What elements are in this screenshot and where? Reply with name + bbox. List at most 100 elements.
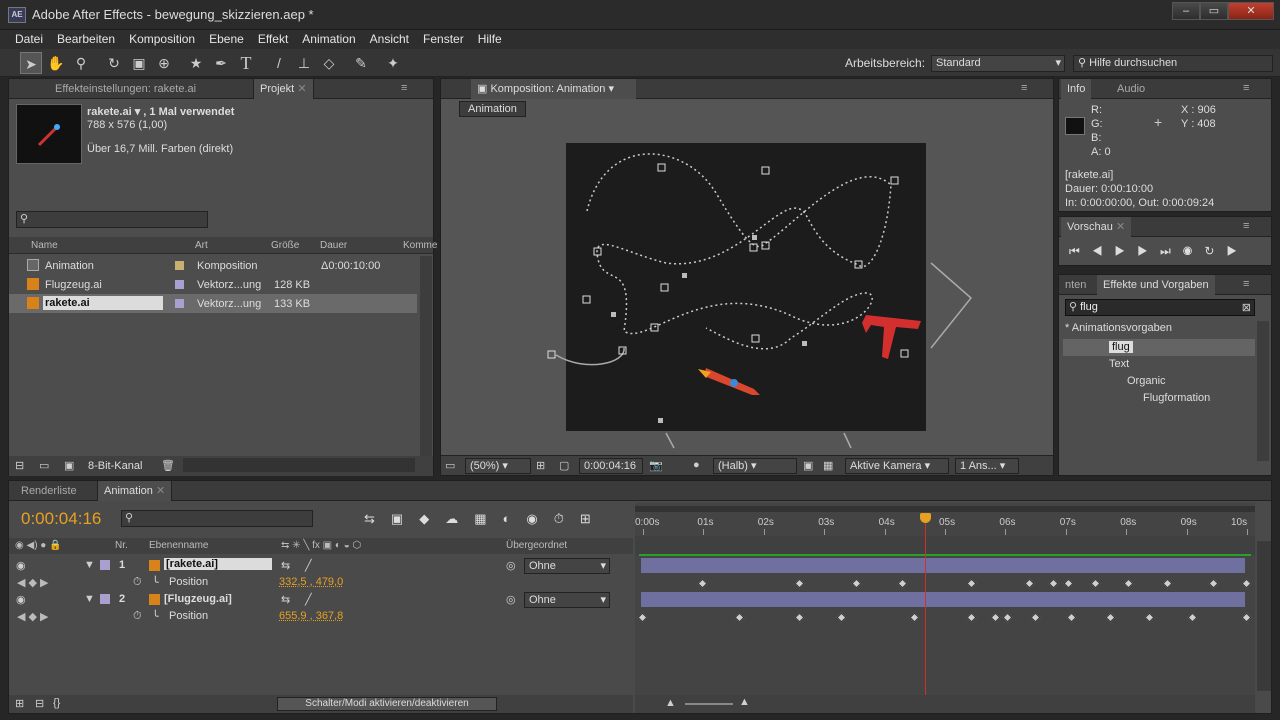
keyframe[interactable]	[1066, 612, 1077, 623]
effects-search-input[interactable]: ⚲ flug ⊠	[1065, 299, 1255, 316]
tab-composition[interactable]: ▣ Komposition: Animation ▾	[471, 79, 636, 99]
quality-switch-icon[interactable]: ╱	[305, 559, 312, 572]
channel-icon[interactable]: ●	[693, 459, 700, 471]
tab-preview[interactable]: Vorschau ✕	[1061, 217, 1132, 237]
keyframe[interactable]	[909, 612, 920, 623]
play-icon[interactable]: ▶	[1115, 244, 1138, 258]
label-color[interactable]	[100, 594, 110, 604]
toggle-switches-button[interactable]: Schalter/Modi aktivieren/deaktivieren	[277, 697, 497, 711]
playhead[interactable]	[920, 513, 932, 705]
close-icon[interactable]: ✕	[156, 485, 165, 497]
project-hscrollbar[interactable]	[183, 458, 415, 472]
camera-dropdown[interactable]: Aktive Kamera ▾	[845, 458, 949, 474]
roto-brush-tool-icon[interactable]: ✎	[350, 52, 372, 74]
shy-icon[interactable]: ☁	[445, 511, 474, 526]
zoom-slider[interactable]	[685, 703, 733, 705]
column-type[interactable]: Art	[195, 240, 208, 251]
panel-menu-icon[interactable]: ≡	[1243, 220, 1249, 232]
keyframe[interactable]	[794, 612, 805, 623]
keyframe[interactable]	[1208, 578, 1219, 589]
stopwatch-icon[interactable]: ⏱	[133, 576, 142, 589]
twirl-down-icon[interactable]: ▼	[84, 559, 95, 571]
parent-dropdown[interactable]: Ohne ▾	[524, 592, 610, 608]
tab-hidden[interactable]: nten	[1059, 275, 1092, 295]
keyframe[interactable]	[1105, 612, 1116, 623]
column-name[interactable]: Name	[31, 240, 58, 251]
puppet-tool-icon[interactable]: ✦	[382, 52, 404, 74]
keyframe-navigator-icon[interactable]: ◀ ◆ ▶	[17, 610, 49, 623]
keyframe[interactable]	[966, 578, 977, 589]
timeline-timecode[interactable]: 0:00:04:16	[21, 509, 101, 529]
keyframe[interactable]	[697, 578, 708, 589]
audio-icon[interactable]: ◉	[1183, 244, 1205, 258]
live-update-icon[interactable]: ▣	[391, 511, 419, 526]
zoom-in-icon[interactable]: ▲	[739, 696, 750, 708]
workspace-dropdown[interactable]: Standard ▾	[931, 55, 1065, 72]
tab-audio[interactable]: Audio	[1111, 79, 1151, 99]
draft-3d-icon[interactable]: ◆	[419, 511, 445, 526]
comp-breadcrumb[interactable]: Animation	[459, 101, 526, 117]
clear-icon[interactable]: ⊠	[1242, 301, 1251, 314]
graph-editor-icon[interactable]: ⊞	[580, 511, 607, 526]
column-duration[interactable]: Dauer	[320, 240, 347, 251]
minimize-button[interactable]: –	[1172, 2, 1200, 20]
close-icon[interactable]: ✕	[1116, 221, 1125, 233]
panel-menu-icon[interactable]: ≡	[401, 82, 407, 94]
maximize-button[interactable]: ▭	[1200, 2, 1228, 20]
collapse-switch-icon[interactable]: ⇆	[281, 593, 290, 606]
stamp-tool-icon[interactable]: ⊥	[293, 52, 315, 74]
close-button[interactable]: ✕	[1228, 2, 1274, 20]
menu-hilfe[interactable]: Hilfe	[471, 30, 509, 49]
mask-visibility-icon[interactable]: ▢	[559, 459, 569, 472]
close-icon[interactable]: ✕	[297, 83, 306, 95]
keyframe[interactable]	[1048, 578, 1059, 589]
keyframe[interactable]	[1002, 612, 1013, 623]
twirl-down-icon[interactable]: ▼	[84, 593, 95, 605]
project-scrollbar[interactable]	[420, 256, 432, 456]
transfer-controls-icon[interactable]: ⊟	[35, 697, 44, 710]
panel-menu-icon[interactable]: ≡	[1243, 278, 1249, 290]
tree-item[interactable]: Flugformation	[1063, 390, 1255, 407]
project-row[interactable]: Flugzeug.ai Vektorz...ung 128 KB	[9, 275, 417, 294]
bit-depth-button[interactable]: 8-Bit-Kanal	[88, 460, 142, 472]
time-navigator[interactable]	[635, 506, 1255, 512]
zoom-dropdown[interactable]: (50%) ▾	[465, 458, 531, 474]
composition-mini-flowchart-icon[interactable]: ⇆	[364, 511, 391, 526]
project-search-input[interactable]: ⚲	[16, 211, 208, 228]
column-comment[interactable]: Komme	[403, 240, 437, 251]
layer-switches-icon[interactable]: ⊞	[15, 697, 24, 710]
pickwhip-icon[interactable]: ◎	[506, 593, 516, 606]
keyframe[interactable]	[1123, 578, 1134, 589]
tab-animation[interactable]: Animation ✕	[97, 481, 173, 501]
property-row[interactable]: ◀ ◆ ▶ ⏱ ╰ Position 655,9 , 367,8	[9, 608, 633, 625]
previous-frame-icon[interactable]: ◀	[1092, 244, 1115, 258]
tree-item[interactable]: * Animationsvorgaben	[1063, 322, 1255, 339]
menu-datei[interactable]: Datei	[8, 30, 50, 49]
always-preview-icon[interactable]: ▭	[445, 459, 455, 472]
pickwhip-icon[interactable]: ◎	[506, 559, 516, 572]
timeline-search-input[interactable]: ⚲	[121, 510, 313, 527]
mask-tool-icon[interactable]: ★	[185, 52, 207, 74]
tab-render-queue[interactable]: Renderliste	[15, 481, 83, 501]
keyframe[interactable]	[1030, 612, 1041, 623]
label-color[interactable]	[100, 560, 110, 570]
column-layer-name[interactable]: Ebenenname	[149, 540, 209, 551]
camera-tool-icon[interactable]: ▣	[128, 52, 150, 74]
layer-row[interactable]: ◉ ▼ 2 [Flugzeug.ai] ⇆ ╱ ◎ Ohne ▾	[9, 591, 633, 608]
tree-item-selected[interactable]: flug	[1063, 339, 1255, 356]
tab-effect-controls[interactable]: Effekteinstellungen: rakete.ai	[49, 79, 202, 99]
tab-project[interactable]: Projekt ✕	[253, 79, 314, 99]
eye-icon[interactable]: ◉	[16, 559, 26, 572]
tree-item[interactable]: Text	[1063, 356, 1255, 373]
label-color[interactable]	[175, 280, 184, 289]
timeline-graph[interactable]: 0:00s 01s 02s 03s 04s 05s 06s 07s 08s 09s 10s	[635, 503, 1255, 705]
pen-tool-icon[interactable]: ✒	[210, 52, 232, 74]
time-ruler[interactable]: 0:00s 01s 02s 03s 04s 05s 06s 07s 08s 09s 10s	[635, 515, 1255, 535]
last-frame-icon[interactable]: ⏭	[1160, 244, 1183, 258]
menu-effekt[interactable]: Effekt	[251, 30, 295, 49]
menu-ebene[interactable]: Ebene	[202, 30, 251, 49]
keyframe[interactable]	[1187, 612, 1198, 623]
resolution-dropdown[interactable]: (Halb) ▾	[713, 458, 797, 474]
keyframe[interactable]	[734, 612, 745, 623]
zoom-out-icon[interactable]: ▲	[665, 697, 676, 709]
